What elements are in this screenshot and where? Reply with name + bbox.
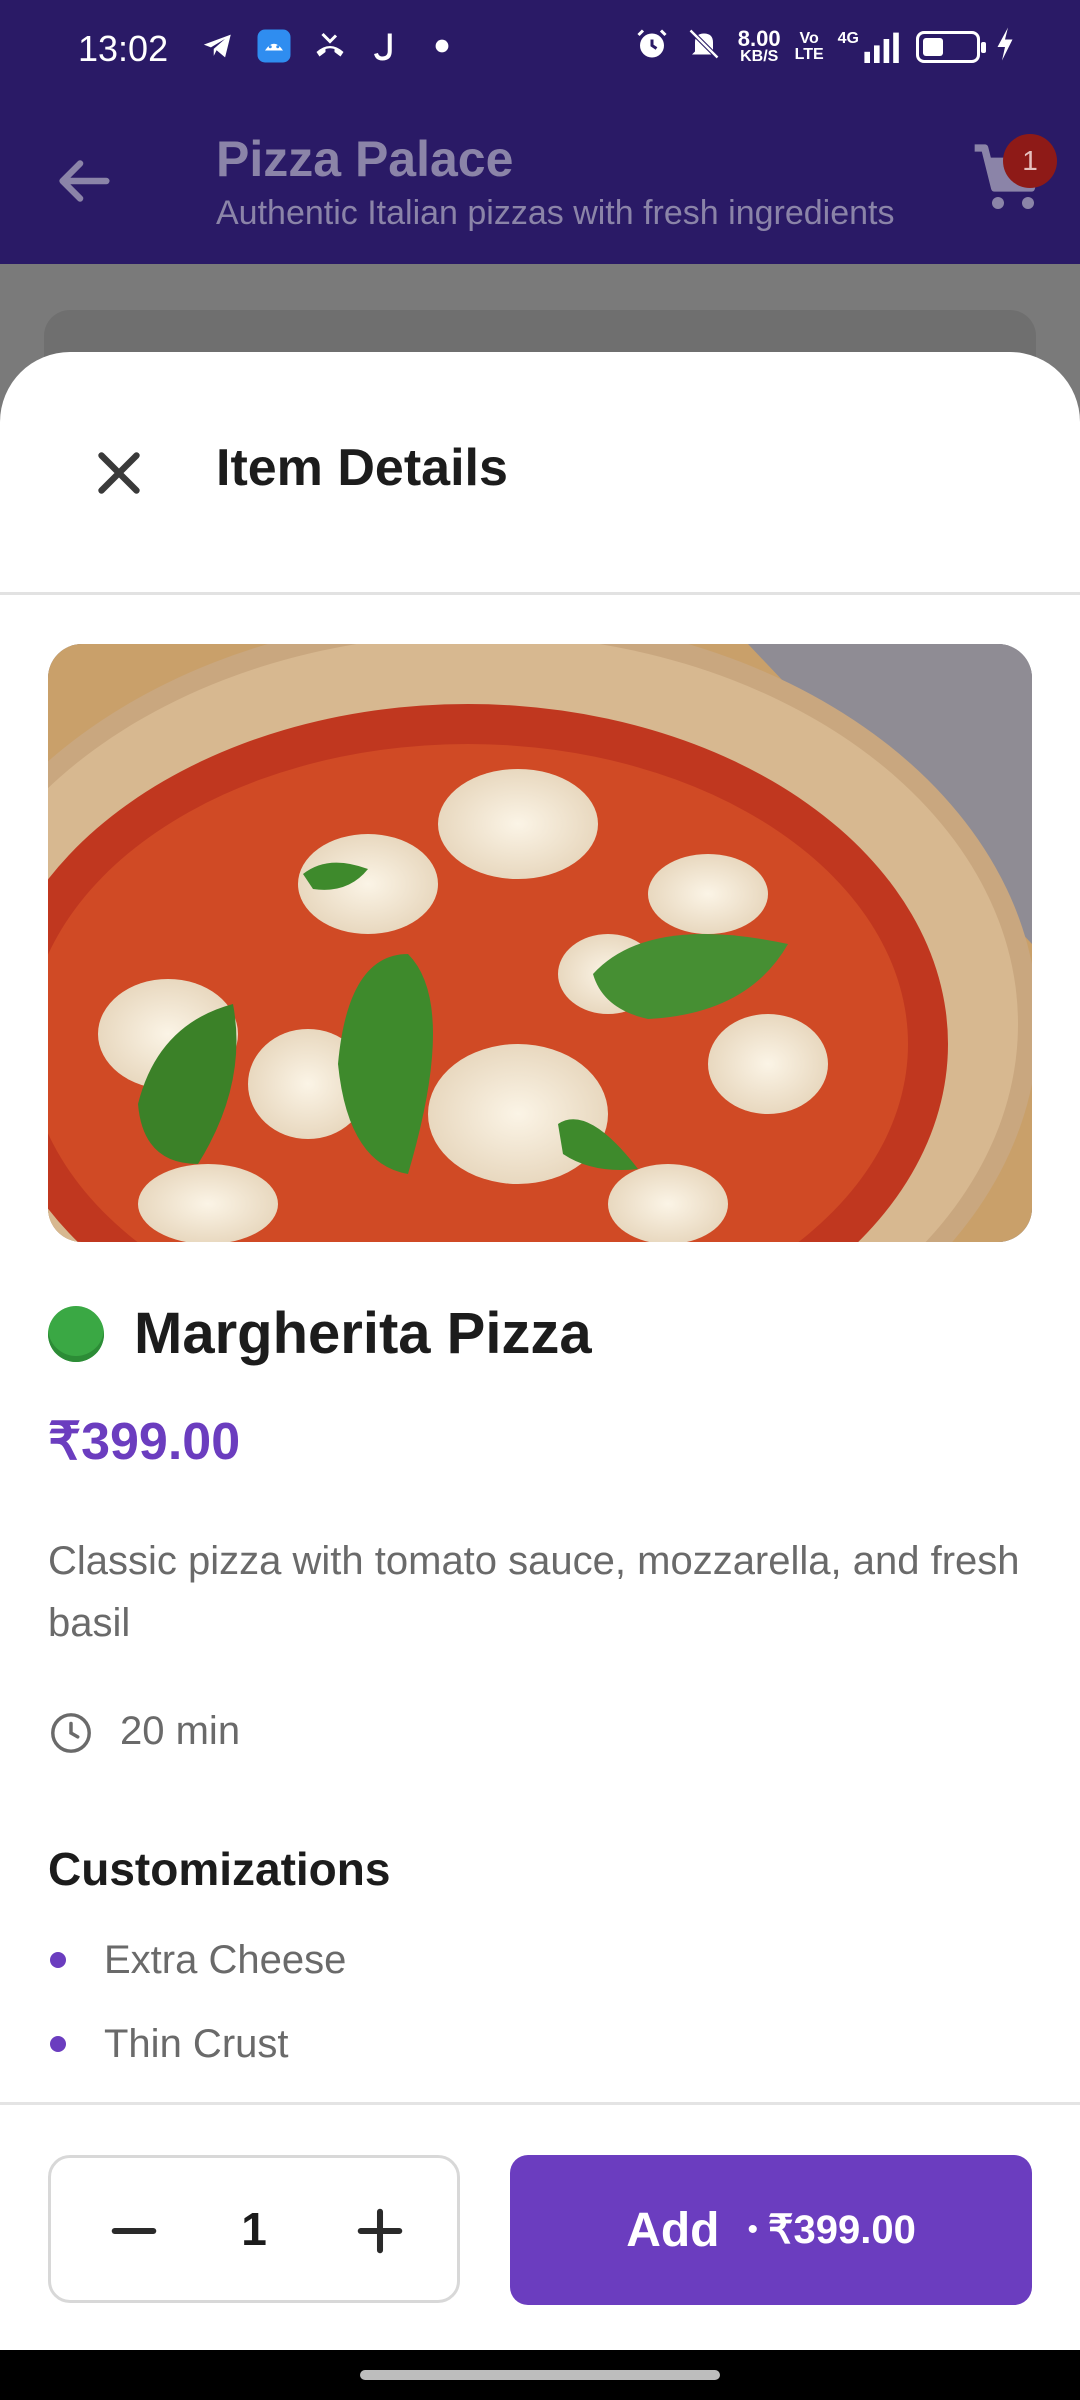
- charging-icon: [994, 26, 1016, 67]
- restaurant-name: Pizza Palace: [216, 131, 514, 187]
- add-to-cart-button[interactable]: Add • ₹399.00: [510, 2155, 1032, 2305]
- dot-icon: [424, 28, 460, 64]
- missed-call-icon: [312, 28, 348, 64]
- app-bar: Pizza Palace Authentic Italian pizzas wi…: [0, 96, 1080, 264]
- add-button-label: Add: [626, 2203, 720, 2257]
- add-button-price: ₹399.00: [768, 2208, 916, 2252]
- battery-icon: [916, 30, 986, 63]
- signal-icon: 4G: [838, 30, 902, 63]
- item-name: Margherita Pizza: [134, 1301, 592, 1366]
- add-button-separator: •: [747, 2213, 759, 2246]
- volte-indicator: Vo LTE: [794, 29, 824, 63]
- bullet-icon: [50, 1952, 66, 1968]
- system-icons: 8.00 KB/S Vo LTE 4G: [634, 26, 1016, 67]
- cart-action-bar: 1 Add • ₹399.00: [0, 2102, 1080, 2350]
- android-icon: [256, 28, 292, 64]
- divider: [0, 592, 1080, 595]
- customization-item: Thin Crust: [48, 2002, 346, 2086]
- quantity-stepper: 1: [48, 2155, 460, 2303]
- pizza-image: [48, 644, 1032, 1242]
- telegram-icon: [200, 28, 236, 64]
- close-icon[interactable]: [84, 438, 154, 508]
- customization-label: Thin Crust: [104, 2021, 289, 2066]
- status-time: 13:02: [78, 28, 169, 69]
- bullet-icon: [50, 2036, 66, 2052]
- customization-item: Extra Cheese: [48, 1918, 346, 2002]
- customizations-heading: Customizations: [48, 1843, 391, 1895]
- item-price: ₹399.00: [48, 1413, 241, 1471]
- plus-icon[interactable]: [347, 2198, 413, 2264]
- gesture-handle[interactable]: [360, 2370, 720, 2380]
- veg-indicator-icon: [48, 1306, 104, 1362]
- status-bar: 13:02 8.00 KB/S Vo LTE 4G: [0, 0, 1080, 96]
- clock-icon: [48, 1710, 94, 1756]
- notification-icons: [200, 28, 460, 64]
- network-speed: 8.00 KB/S: [737, 25, 781, 65]
- j-app-icon: [368, 28, 404, 64]
- restaurant-tagline: Authentic Italian pizzas with fresh ingr…: [216, 194, 895, 232]
- mute-icon: [684, 26, 724, 67]
- customization-label: Extra Cheese: [104, 1937, 347, 1982]
- system-nav-bar: [0, 2350, 1080, 2400]
- customizations-list: Extra Cheese Thin Crust: [48, 1918, 346, 2086]
- back-arrow-icon[interactable]: [48, 146, 118, 216]
- item-description: Classic pizza with tomato sauce, mozzare…: [48, 1539, 1020, 1645]
- item-details-sheet: Item Details Margherita Pizza ₹399.00 Cl…: [0, 352, 1080, 2350]
- cart-badge: 1: [1003, 134, 1057, 188]
- sheet-title: Item Details: [216, 439, 508, 497]
- alarm-icon: [634, 26, 670, 67]
- prep-time: 20 min: [120, 1709, 241, 1753]
